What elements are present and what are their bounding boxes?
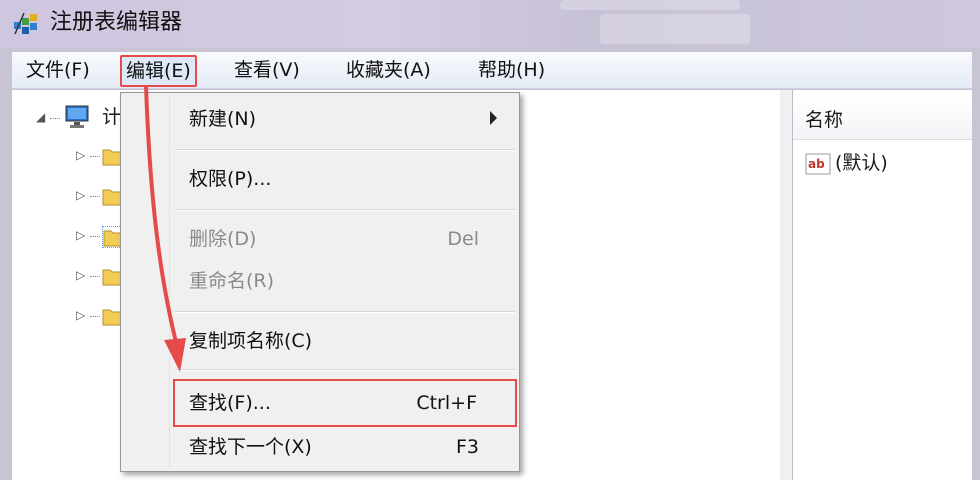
column-header-name[interactable]: 名称 [793, 100, 972, 140]
menu-separator [175, 369, 515, 371]
list-item[interactable]: ab (默认) [805, 148, 888, 178]
menu-item-shortcut: F3 [455, 436, 479, 458]
menu-item-shortcut: Ctrl+F [416, 392, 477, 414]
menu-item-label: 复制项名称(C) [189, 330, 313, 352]
regedit-icon [14, 12, 37, 35]
menu-item-delete[interactable]: 删除(D) Del [121, 219, 519, 259]
menu-file[interactable]: 文件(F) [22, 52, 94, 88]
value-name: (默认) [835, 152, 888, 174]
menu-separator [175, 149, 515, 151]
tree-line [90, 156, 100, 157]
tree-line [90, 196, 100, 197]
background-blur [600, 14, 750, 44]
tree-root-label[interactable]: 计 [102, 104, 121, 130]
menu-item-copy-key-name[interactable]: 复制项名称(C) [121, 321, 519, 361]
string-value-icon: ab [805, 153, 831, 174]
pane-splitter[interactable] [780, 90, 793, 480]
title-bar: 注册表编辑器 [0, 0, 980, 48]
tree-line [90, 276, 100, 277]
edit-menu: 新建(N) 权限(P)... 删除(D) Del 重命名(R) 复制项名称(C)… [120, 92, 520, 472]
tree-line [50, 118, 60, 119]
menu-item-find-next[interactable]: 查找下一个(X) F3 [121, 427, 519, 467]
menu-help[interactable]: 帮助(H) [474, 52, 549, 88]
expand-icon[interactable]: ▷ [76, 268, 85, 282]
menu-item-rename[interactable]: 重命名(R) [121, 261, 519, 301]
value-list[interactable]: 名称 ab (默认) [793, 90, 972, 480]
menu-favorites[interactable]: 收藏夹(A) [342, 52, 435, 88]
menu-edit[interactable]: 编辑(E) [120, 55, 197, 87]
menu-item-find[interactable]: 查找(F)... Ctrl+F [173, 379, 517, 427]
collapse-icon[interactable]: ◢ [36, 110, 45, 124]
menu-item-label: 权限(P)... [189, 168, 272, 190]
computer-icon [65, 105, 89, 128]
expand-icon[interactable]: ▷ [76, 308, 85, 322]
expand-icon[interactable]: ▷ [76, 188, 85, 202]
tree-line [90, 316, 100, 317]
svg-text:ab: ab [808, 157, 825, 171]
menu-separator [175, 209, 515, 211]
expand-icon[interactable]: ▷ [76, 228, 85, 242]
menu-item-label: 新建(N) [189, 108, 257, 130]
window-title: 注册表编辑器 [50, 10, 183, 35]
menu-item-new[interactable]: 新建(N) [121, 99, 519, 139]
menu-item-label: 查找(F)... [189, 392, 271, 414]
menu-view[interactable]: 查看(V) [230, 52, 304, 88]
menu-bar: 文件(F) 编辑(E) 查看(V) 收藏夹(A) 帮助(H) [12, 52, 972, 89]
menu-item-label: 删除(D) [189, 228, 257, 250]
menu-item-label: 查找下一个(X) [189, 436, 312, 458]
submenu-arrow-icon [490, 111, 497, 125]
menu-separator [175, 311, 515, 313]
expand-icon[interactable]: ▷ [76, 148, 85, 162]
menu-item-shortcut: Del [447, 228, 479, 250]
background-blur [560, 0, 740, 10]
menu-item-label: 重命名(R) [189, 270, 275, 292]
menu-item-permissions[interactable]: 权限(P)... [121, 159, 519, 199]
tree-line [90, 236, 100, 237]
